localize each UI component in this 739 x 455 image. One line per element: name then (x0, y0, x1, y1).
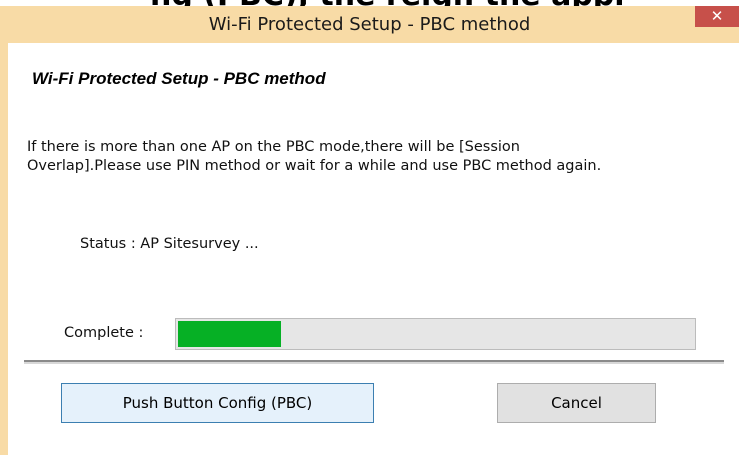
complete-label: Complete : (64, 325, 144, 341)
cancel-button[interactable]: Cancel (497, 383, 656, 423)
info-line: Overlap].Please use PIN method or wait f… (27, 158, 602, 174)
wps-dialog: Wi-Fi Protected Setup - PBC method ✕ Wi-… (0, 6, 739, 455)
status-text: Status : AP Sitesurvey ... (80, 236, 259, 252)
screen: ng (PBC), the reigh the appl Wi-Fi Prote… (0, 0, 739, 455)
title-bar[interactable]: Wi-Fi Protected Setup - PBC method ✕ (0, 6, 739, 43)
info-message: If there is more than one AP on the PBC … (27, 138, 733, 176)
window-title: Wi-Fi Protected Setup - PBC method (208, 14, 531, 35)
progress-bar (175, 318, 696, 350)
close-button[interactable]: ✕ (695, 6, 739, 27)
page-title: Wi-Fi Protected Setup - PBC method (32, 69, 326, 88)
push-button-config-button[interactable]: Push Button Config (PBC) (61, 383, 374, 423)
close-icon: ✕ (710, 7, 724, 25)
dialog-body: Wi-Fi Protected Setup - PBC method If th… (8, 43, 739, 455)
progress-fill (178, 321, 281, 347)
separator (24, 360, 724, 364)
info-line: If there is more than one AP on the PBC … (27, 139, 520, 155)
